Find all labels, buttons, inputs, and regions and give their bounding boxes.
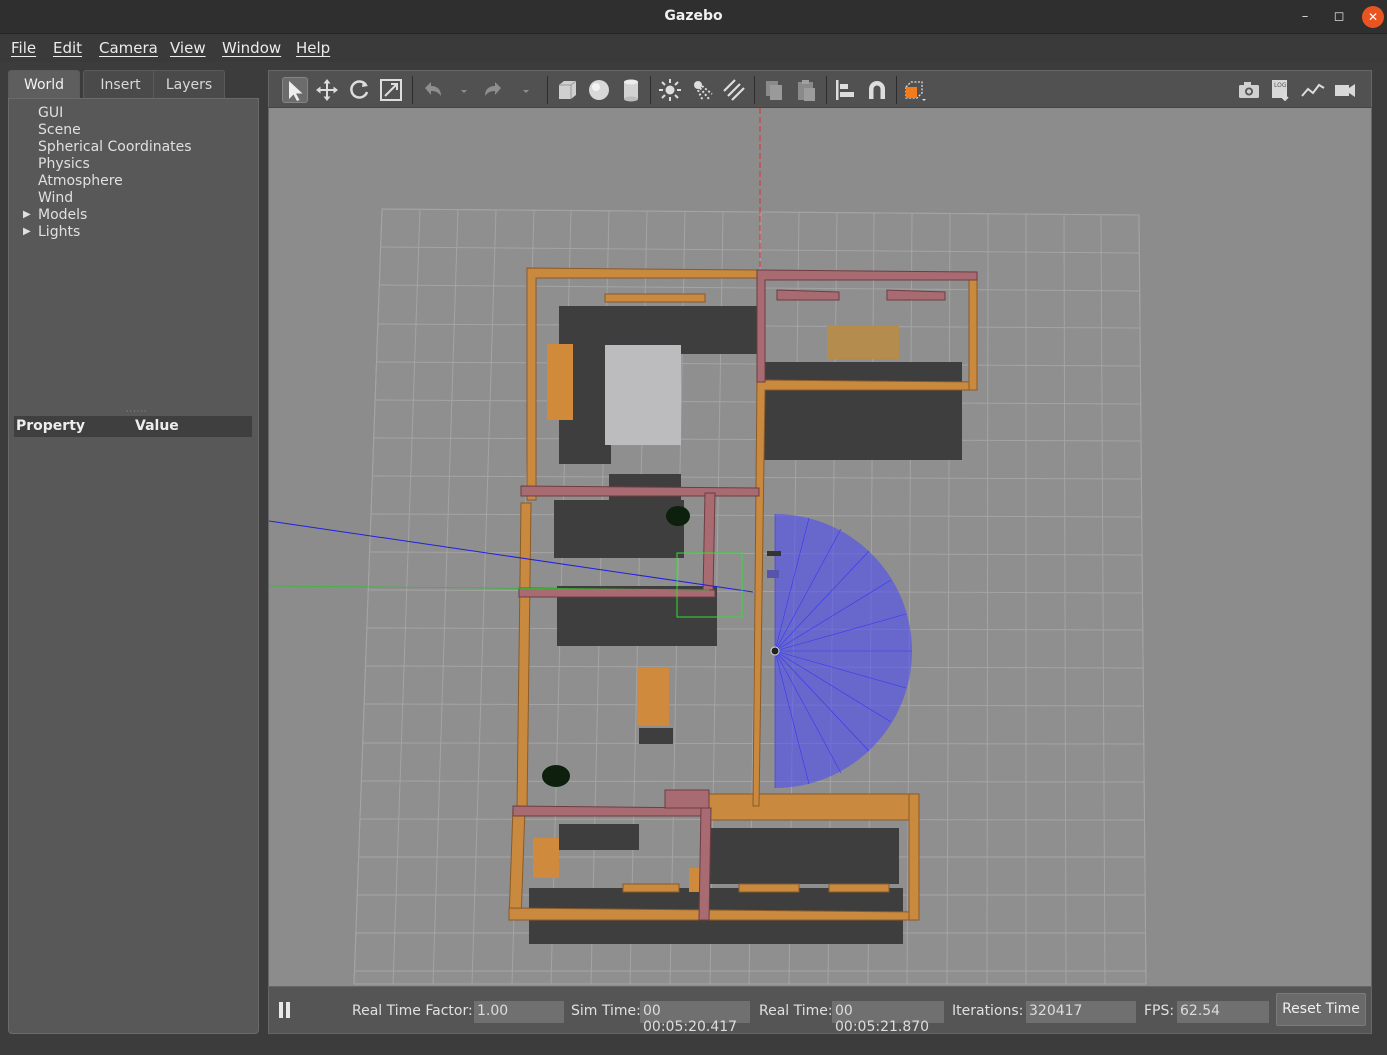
bookshelf-model (547, 344, 573, 420)
cylinder-icon[interactable] (618, 77, 644, 103)
undo-icon[interactable] (419, 77, 445, 103)
directional-light-icon[interactable] (721, 77, 747, 103)
small-table-model (637, 668, 669, 726)
redo-icon[interactable] (481, 77, 507, 103)
plot-icon[interactable] (1300, 77, 1326, 103)
minimize-icon[interactable]: – (1294, 6, 1316, 28)
tab-layers[interactable]: Layers (153, 70, 225, 98)
align-icon[interactable] (832, 77, 858, 103)
scale-icon[interactable] (378, 77, 404, 103)
menubar: File Edit Camera View Window Help (0, 34, 1387, 62)
menu-camera[interactable]: Camera (99, 39, 158, 57)
menu-edit[interactable]: Edit (53, 39, 82, 57)
paste-icon[interactable] (793, 77, 819, 103)
sim-time-label: Sim Time: (571, 1003, 641, 1019)
pause-icon[interactable] (279, 1002, 293, 1020)
splitter-handle[interactable]: ······ (126, 407, 147, 416)
sensor-marker-2 (767, 570, 779, 578)
menu-window[interactable]: Window (222, 39, 281, 57)
bookshelf-lower-model (533, 838, 559, 878)
spot-light-icon[interactable] (689, 77, 715, 103)
trash-can-model-2 (542, 765, 570, 787)
sphere-icon[interactable] (586, 77, 612, 103)
real-time-factor-value: 1.00 (474, 1001, 564, 1023)
log-icon[interactable]: LOG (1268, 77, 1294, 103)
trash-can-model (666, 506, 690, 526)
menu-view[interactable]: View (170, 39, 206, 57)
tree-item-scene[interactable]: Scene (38, 122, 81, 138)
sim-time-value: 00 00:05:20.417 (640, 1001, 750, 1035)
robot-model (770, 646, 780, 656)
record-icon[interactable] (1332, 77, 1358, 103)
iterations-value: 320417 (1026, 1001, 1136, 1023)
title-bar: Gazebo – ◻ ✕ (0, 0, 1387, 34)
undo-dropdown-icon[interactable] (451, 77, 467, 103)
cabinet-model (827, 325, 899, 359)
point-light-icon[interactable] (657, 77, 683, 103)
expand-arrow-icon[interactable]: ▶ (23, 209, 31, 220)
left-panel: World Insert Layers GUI Scene Spherical … (8, 70, 259, 1034)
table-model (605, 345, 681, 445)
iterations-label: Iterations: (952, 1003, 1024, 1019)
fps-value: 62.54 (1177, 1001, 1269, 1023)
tree-item-models[interactable]: Models (38, 207, 87, 223)
property-column-header: Property (16, 418, 86, 434)
toolbar: LOG (268, 70, 1372, 108)
copy-icon[interactable] (761, 77, 787, 103)
real-time-factor-label: Real Time Factor: (352, 1003, 473, 1019)
3d-viewport[interactable] (268, 108, 1372, 986)
real-time-label: Real Time: (759, 1003, 833, 1019)
fps-label: FPS: (1144, 1003, 1175, 1019)
snap-icon[interactable] (864, 77, 890, 103)
tree-item-physics[interactable]: Physics (38, 156, 90, 172)
sensor-marker (767, 551, 781, 556)
tab-world[interactable]: World (8, 70, 80, 98)
close-icon[interactable]: ✕ (1362, 6, 1384, 28)
redo-dropdown-icon[interactable] (513, 77, 529, 103)
rotate-icon[interactable] (346, 77, 372, 103)
property-header: Property Value (14, 416, 252, 437)
tree-item-gui[interactable]: GUI (38, 105, 63, 121)
menu-file[interactable]: File (11, 39, 36, 57)
select-icon[interactable] (282, 77, 308, 103)
status-bar: Real Time Factor: 1.00 Sim Time: 00 00:0… (268, 986, 1372, 1035)
tree-item-lights[interactable]: Lights (38, 224, 80, 240)
tab-insert[interactable]: Insert (83, 70, 158, 98)
value-column-header: Value (135, 418, 179, 434)
view-angle-icon[interactable] (902, 77, 928, 103)
menu-help[interactable]: Help (296, 39, 330, 57)
real-time-value: 00 00:05:21.870 (832, 1001, 944, 1035)
window-title: Gazebo (664, 8, 723, 24)
screenshot-icon[interactable] (1236, 77, 1262, 103)
world-tree: GUI Scene Spherical Coordinates Physics … (8, 98, 259, 1034)
tree-item-atmosphere[interactable]: Atmosphere (38, 173, 123, 189)
reset-time-button[interactable]: Reset Time (1276, 993, 1366, 1026)
expand-arrow-icon[interactable]: ▶ (23, 226, 31, 237)
box-icon[interactable] (554, 77, 580, 103)
translate-icon[interactable] (314, 77, 340, 103)
svg-text:LOG: LOG (1274, 82, 1287, 89)
maximize-icon[interactable]: ◻ (1328, 6, 1350, 28)
tree-item-wind[interactable]: Wind (38, 190, 73, 206)
main-area: LOG Real Time Factor: 1.00 Sim Time: 00 … (268, 70, 1372, 1035)
tree-item-spherical-coordinates[interactable]: Spherical Coordinates (38, 139, 192, 155)
